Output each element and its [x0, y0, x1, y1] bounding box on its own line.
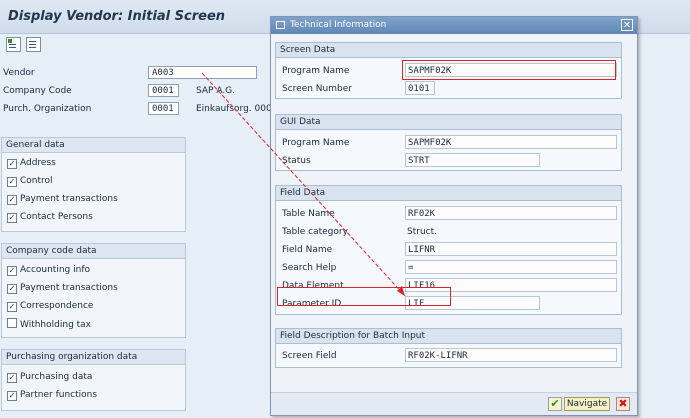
- checkbox-icon[interactable]: ✓: [7, 177, 17, 187]
- checkbox-icon[interactable]: [7, 318, 17, 328]
- dialog-footer: ✔ Navigate ✖: [271, 392, 637, 415]
- checkbox-address[interactable]: ✓ Address: [7, 157, 56, 169]
- company-code-desc: SAP A.G.: [196, 86, 236, 96]
- search-help-label: Search Help: [282, 263, 337, 273]
- table-category-value: Struct.: [407, 227, 437, 237]
- program-name-label: Program Name: [282, 66, 350, 76]
- checkbox-payment-transactions[interactable]: ✓ Payment transactions: [7, 193, 118, 205]
- checkbox-partner-functions[interactable]: ✓ Partner functions: [7, 389, 97, 401]
- purch-org-label: Purch. Organization: [3, 104, 92, 114]
- checkbox-payment-transactions-cc[interactable]: ✓ Payment transactions: [7, 282, 118, 294]
- overview-icon[interactable]: [6, 37, 21, 52]
- checkbox-control[interactable]: ✓ Control: [7, 175, 53, 187]
- purchasing-org-data-group: Purchasing organization data ✓ Purchasing…: [1, 349, 186, 411]
- checkbox-withholding-tax[interactable]: Withholding tax: [7, 318, 91, 330]
- dialog-title-bar[interactable]: Technical Information ✕: [271, 17, 637, 34]
- checkbox-accounting-info[interactable]: ✓ Accounting info: [7, 264, 90, 276]
- gui-program-name-label: Program Name: [282, 138, 350, 148]
- table-name-field[interactable]: RF02K: [405, 206, 617, 220]
- checkbox-icon[interactable]: ✓: [7, 213, 17, 223]
- purch-org-field[interactable]: 0001: [148, 102, 179, 115]
- status-label: Status: [282, 156, 311, 166]
- parameter-id-highlight: [277, 287, 451, 306]
- search-help-field[interactable]: =: [405, 260, 617, 274]
- purchasing-org-data-title: Purchasing organization data: [2, 350, 185, 365]
- field-data-title: Field Data: [276, 186, 621, 201]
- dialog-title: Technical Information: [290, 20, 387, 30]
- status-field[interactable]: STRT: [405, 153, 540, 167]
- checkbox-purchasing-data[interactable]: ✓ Purchasing data: [7, 371, 92, 383]
- document-icon[interactable]: [26, 37, 41, 52]
- batch-input-title: Field Description for Batch Input: [276, 329, 621, 344]
- cancel-button[interactable]: ✖: [616, 397, 630, 411]
- checkbox-icon[interactable]: ✓: [7, 284, 17, 294]
- screen-number-label: Screen Number: [282, 84, 352, 94]
- checkbox-icon[interactable]: ✓: [7, 391, 17, 401]
- window-icon: [276, 21, 285, 29]
- table-category-label: Table category: [282, 227, 348, 237]
- vendor-label: Vendor: [3, 68, 35, 78]
- company-code-label: Company Code: [3, 86, 72, 96]
- navigate-button[interactable]: Navigate: [564, 397, 610, 411]
- company-code-data-title: Company code data: [2, 244, 185, 259]
- purch-org-desc: Einkaufsorg. 000: [196, 104, 272, 114]
- checkbox-correspondence[interactable]: ✓ Correspondence: [7, 300, 93, 312]
- checkbox-icon[interactable]: ✓: [7, 266, 17, 276]
- checkbox-icon[interactable]: ✓: [7, 302, 17, 312]
- company-code-field[interactable]: 0001: [148, 84, 179, 97]
- checkbox-icon[interactable]: ✓: [7, 373, 17, 383]
- general-data-group: General data ✓ Address ✓ Control ✓ Payment …: [1, 137, 186, 232]
- gui-data-section: GUI Data Program Name SAPMF02K Status ST…: [275, 114, 622, 171]
- ok-button[interactable]: ✔: [548, 397, 562, 411]
- general-data-title: General data: [2, 138, 185, 153]
- program-name-highlight: [402, 60, 616, 80]
- checkbox-contact-persons[interactable]: ✓ Contact Persons: [7, 211, 93, 223]
- table-name-label: Table Name: [282, 209, 335, 219]
- close-icon[interactable]: ✕: [621, 19, 633, 31]
- gui-program-name-field[interactable]: SAPMF02K: [405, 135, 617, 149]
- checkbox-icon[interactable]: ✓: [7, 195, 17, 205]
- screen-number-field[interactable]: 0101: [405, 81, 435, 95]
- checkbox-icon[interactable]: ✓: [7, 159, 17, 169]
- screen-field-field[interactable]: RF02K-LIFNR: [405, 348, 617, 362]
- vendor-field[interactable]: A003: [148, 66, 257, 79]
- batch-input-section: Field Description for Batch Input Screen…: [275, 328, 622, 368]
- company-code-data-group: Company code data ✓ Accounting info ✓ Paym…: [1, 243, 186, 338]
- screen-field-label: Screen Field: [282, 351, 337, 361]
- field-name-label: Field Name: [282, 245, 333, 255]
- gui-data-title: GUI Data: [276, 115, 621, 130]
- field-name-field[interactable]: LIFNR: [405, 242, 617, 256]
- screen-title: Display Vendor: Initial Screen: [8, 9, 226, 24]
- screen-data-title: Screen Data: [276, 43, 621, 58]
